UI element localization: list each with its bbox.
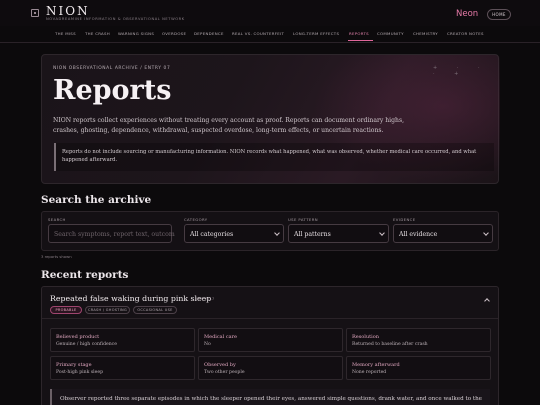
report-narrative: Observer reported three separate episode… [50,389,490,405]
page-description: NION reports collect experiences without… [53,117,405,134]
disclaimer-text: Reports do not include sourcing or manuf… [62,149,477,164]
nav-item-overdose[interactable]: OVERDOSE [162,31,186,36]
chevron-up-icon[interactable] [484,298,490,304]
card-divider [42,318,498,319]
detail-label: Observed by [204,362,236,368]
nav-item-warning-signs[interactable]: WARNING SIGNS [118,31,154,36]
detail-value: Returned to baseline after crash [352,342,428,347]
evidence-value: All evidence [399,230,438,238]
disclaimer-note: Reports do not include sourcing or manuf… [54,143,494,171]
use-pattern-select[interactable]: All patterns [288,224,389,243]
detail-label: Memory afterward [352,362,400,368]
main-nav: THE MISS THE CRASH WARNING SIGNS OVERDOS… [0,28,540,42]
nav-item-real-vs-counterfeit[interactable]: REAL VS. COUNTERFEIT [232,31,284,36]
detail-medical-care: Medical care No [198,328,343,352]
chevron-down-icon [274,230,280,236]
detail-value: Two other people [204,370,245,375]
report-title[interactable]: Repeated false waking during pink sleep [50,294,211,303]
detail-value: None reported [352,370,387,375]
search-placeholder: Search symptoms, report text, outcom [54,230,175,238]
brand-name[interactable]: NION [46,4,90,18]
nav-item-long-term-effects[interactable]: LONG-TERM EFFECTS [293,31,339,36]
archive-kicker: NION OBSERVATIONAL ARCHIVE / ENTRY 07 [53,66,171,71]
nav-item-the-miss[interactable]: THE MISS [55,31,76,36]
recent-reports-heading: Recent reports [41,269,129,281]
chevron-down-icon [483,230,489,236]
top-bar: NION NOVADREAMINE INFORMATION & OBSERVAT… [0,0,540,26]
detail-label: Resolution [352,334,379,340]
results-count: 3 reports shown [41,254,72,259]
use-pattern-value: All patterns [294,230,331,238]
report-card[interactable]: Repeated false waking during pink sleep … [41,286,499,405]
decorative-dots-icon: + · · · + [433,65,489,77]
evidence-badge: PROBABLE [50,306,82,314]
detail-label: Medical care [204,334,237,340]
detail-primary-stage: Primary stage Post-high pink sleep [50,356,195,380]
detail-resolution: Resolution Returned to baseline after cr… [346,328,491,352]
nav-item-creator-notes[interactable]: CREATOR NOTES [447,31,484,36]
page-title: Reports [53,75,172,106]
hero-panel: NION OBSERVATIONAL ARCHIVE / ENTRY 07 + … [41,54,500,184]
detail-label: Believed product [56,334,100,340]
home-button[interactable]: HOME [487,9,511,20]
nav-item-community[interactable]: COMMUNITY [377,31,404,36]
nav-item-chemistry[interactable]: CHEMISTRY [413,31,438,36]
narrative-text: Observer reported three separate episode… [60,396,482,402]
detail-value: No [204,342,211,347]
active-tab-indicator [348,40,373,41]
user-name[interactable]: Neon [456,9,478,19]
category-value: All categories [190,230,234,238]
detail-memory-afterward: Memory afterward None reported [346,356,491,380]
category-select[interactable]: All categories [184,224,284,243]
search-heading: Search the archive [41,194,152,206]
nav-divider [0,42,540,43]
detail-believed-product: Believed product Genuine / high confiden… [50,328,195,352]
report-date: EPS 2417 [196,296,215,301]
category-label: CATEGORY [184,217,208,222]
nav-item-the-crash[interactable]: THE CRASH [85,31,110,36]
chevron-down-icon [379,230,385,236]
nav-item-dependence[interactable]: DEPENDENCE [194,31,224,36]
search-panel: SEARCH Search symptoms, report text, out… [41,211,499,251]
brand-tagline: NOVADREAMINE INFORMATION & OBSERVATIONAL… [46,17,185,21]
evidence-select[interactable]: All evidence [393,224,493,243]
use-pattern-badge: OCCASIONAL USE [133,306,177,314]
search-label: SEARCH [48,217,66,222]
category-badge: CRASH / GHOSTING [85,306,130,314]
detail-value: Genuine / high confidence [56,342,117,347]
detail-observed-by: Observed by Two other people [198,356,343,380]
detail-value: Post-high pink sleep [56,370,104,375]
search-input[interactable]: Search symptoms, report text, outcom [48,224,175,243]
detail-label: Primary stage [56,362,92,368]
nav-item-reports[interactable]: REPORTS [349,31,369,36]
logo-icon [31,9,39,17]
use-pattern-label: USE PATTERN [288,217,318,222]
evidence-label: EVIDENCE [393,217,416,222]
